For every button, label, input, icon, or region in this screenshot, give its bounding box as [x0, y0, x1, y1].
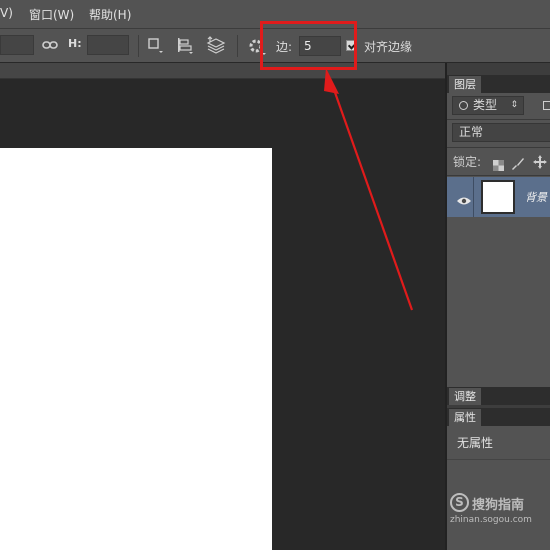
sogou-logo-icon: S — [450, 493, 469, 512]
watermark-text: 搜狗指南 — [472, 498, 525, 513]
watermark-url: zhinan.sogou.com — [450, 515, 532, 525]
annotation-arrow-icon — [324, 68, 414, 311]
